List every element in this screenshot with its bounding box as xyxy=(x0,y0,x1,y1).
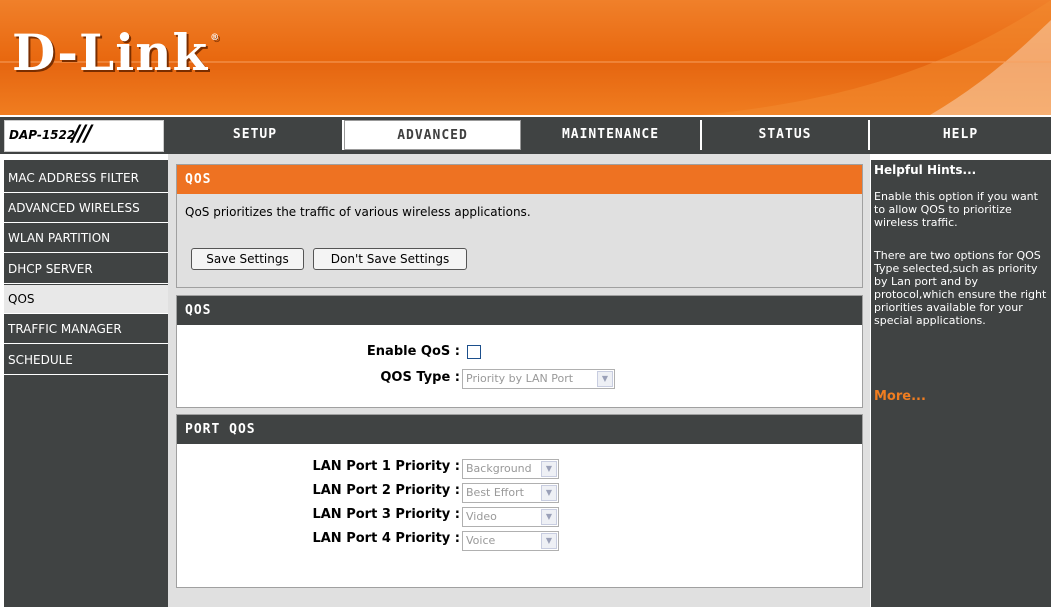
save-settings-button[interactable]: Save Settings xyxy=(191,248,304,270)
enable-qos-checkbox[interactable] xyxy=(467,345,481,359)
lan-port-1-value: Background xyxy=(466,462,532,475)
logo-text: D-Link xyxy=(12,23,209,82)
qos-section-title: QOS xyxy=(177,296,862,325)
tab-maintenance[interactable]: MAINTENANCE xyxy=(521,120,702,150)
top-navigation: DAP-1522 /// SETUP ADVANCED MAINTENANCE … xyxy=(0,117,1051,154)
help-paragraph-2: There are two options for QOS Type selec… xyxy=(874,249,1047,327)
intro-description: QoS prioritizes the traffic of various w… xyxy=(185,205,531,219)
lan-port-4-select[interactable]: Voice ▼ xyxy=(462,531,559,551)
tab-status[interactable]: STATUS xyxy=(702,120,870,150)
sidebar-item-schedule[interactable]: SCHEDULE xyxy=(4,346,168,375)
enable-qos-label: Enable QoS : xyxy=(366,344,460,359)
lan-port-3-value: Video xyxy=(466,510,497,523)
intro-title: QOS xyxy=(177,165,862,194)
chevron-down-icon: ▼ xyxy=(541,533,557,549)
sidebar-item-wlan-partition[interactable]: WLAN PARTITION xyxy=(4,224,168,253)
sidebar-item-advanced-wireless[interactable]: ADVANCED WIRELESS xyxy=(4,194,168,223)
chevron-down-icon: ▼ xyxy=(541,461,557,477)
help-title: Helpful Hints... xyxy=(874,163,977,177)
registered-mark: ® xyxy=(210,33,221,43)
intro-section: QOS QoS prioritizes the traffic of vario… xyxy=(176,164,863,288)
model-slashes: /// xyxy=(72,122,92,147)
lan-port-3-select[interactable]: Video ▼ xyxy=(462,507,559,527)
chevron-down-icon: ▼ xyxy=(541,485,557,501)
model-name: DAP-1522 xyxy=(9,128,76,142)
sidebar-item-qos[interactable]: QOS xyxy=(4,285,168,314)
port-qos-section: PORT QOS LAN Port 1 Priority : Backgroun… xyxy=(176,414,863,588)
header-banner: D-Link ® xyxy=(0,0,1051,115)
lan-port-1-label: LAN Port 1 Priority : xyxy=(312,459,460,474)
lan-port-2-select[interactable]: Best Effort ▼ xyxy=(462,483,559,503)
qos-section: QOS Enable QoS : QOS Type : Priority by … xyxy=(176,295,863,408)
sidebar-item-dhcp-server[interactable]: DHCP SERVER xyxy=(4,255,168,284)
lan-port-4-label: LAN Port 4 Priority : xyxy=(312,531,460,546)
sidebar: MAC ADDRESS FILTER ADVANCED WIRELESS WLA… xyxy=(4,160,168,607)
qos-type-label: QOS Type : xyxy=(380,370,460,385)
model-badge: DAP-1522 /// xyxy=(4,120,164,152)
lan-port-2-value: Best Effort xyxy=(466,486,524,499)
tab-help[interactable]: HELP xyxy=(870,120,1051,150)
qos-type-select[interactable]: Priority by LAN Port ▼ xyxy=(462,369,615,389)
chevron-down-icon: ▼ xyxy=(597,371,613,387)
lan-port-3-label: LAN Port 3 Priority : xyxy=(312,507,460,522)
dont-save-settings-button[interactable]: Don't Save Settings xyxy=(313,248,467,270)
lan-port-2-label: LAN Port 2 Priority : xyxy=(312,483,460,498)
lan-port-4-value: Voice xyxy=(466,534,496,547)
help-panel: Helpful Hints... Enable this option if y… xyxy=(871,160,1051,607)
sidebar-item-mac-address-filter[interactable]: MAC ADDRESS FILTER xyxy=(4,164,168,193)
chevron-down-icon: ▼ xyxy=(541,509,557,525)
lan-port-1-select[interactable]: Background ▼ xyxy=(462,459,559,479)
help-more-link[interactable]: More... xyxy=(874,389,926,404)
help-paragraph-1: Enable this option if you want to allow … xyxy=(874,190,1038,229)
dlink-logo: D-Link ® xyxy=(12,28,220,78)
tab-setup[interactable]: SETUP xyxy=(168,120,344,150)
tab-advanced[interactable]: ADVANCED xyxy=(344,120,521,150)
sidebar-item-traffic-manager[interactable]: TRAFFIC MANAGER xyxy=(4,315,168,344)
qos-type-value: Priority by LAN Port xyxy=(466,372,574,385)
port-qos-title: PORT QOS xyxy=(177,415,862,444)
main-content: QOS QoS prioritizes the traffic of vario… xyxy=(168,154,870,607)
